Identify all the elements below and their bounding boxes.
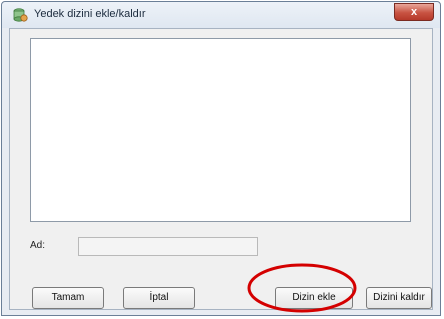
backup-app-icon xyxy=(13,8,28,22)
add-directory-button[interactable]: Dizin ekle xyxy=(275,287,353,309)
remove-directory-button[interactable]: Dizini kaldır xyxy=(366,287,432,309)
name-field[interactable] xyxy=(78,237,258,256)
window-title: Yedek dizini ekle/kaldır xyxy=(34,8,146,20)
close-icon: x xyxy=(410,6,418,18)
name-label: Ad: xyxy=(30,240,46,251)
dialog-body: Ad: Tamam İptal Dizin ekle Dizini kaldır xyxy=(9,28,433,310)
ok-button[interactable]: Tamam xyxy=(32,287,104,309)
close-button[interactable]: x xyxy=(394,3,434,21)
cancel-button[interactable]: İptal xyxy=(123,287,195,309)
directory-list[interactable] xyxy=(30,38,411,222)
backup-dir-dialog: Yedek dizini ekle/kaldır x Ad: Tamam İpt… xyxy=(1,1,441,316)
title-bar: Yedek dizini ekle/kaldır x xyxy=(2,2,440,28)
